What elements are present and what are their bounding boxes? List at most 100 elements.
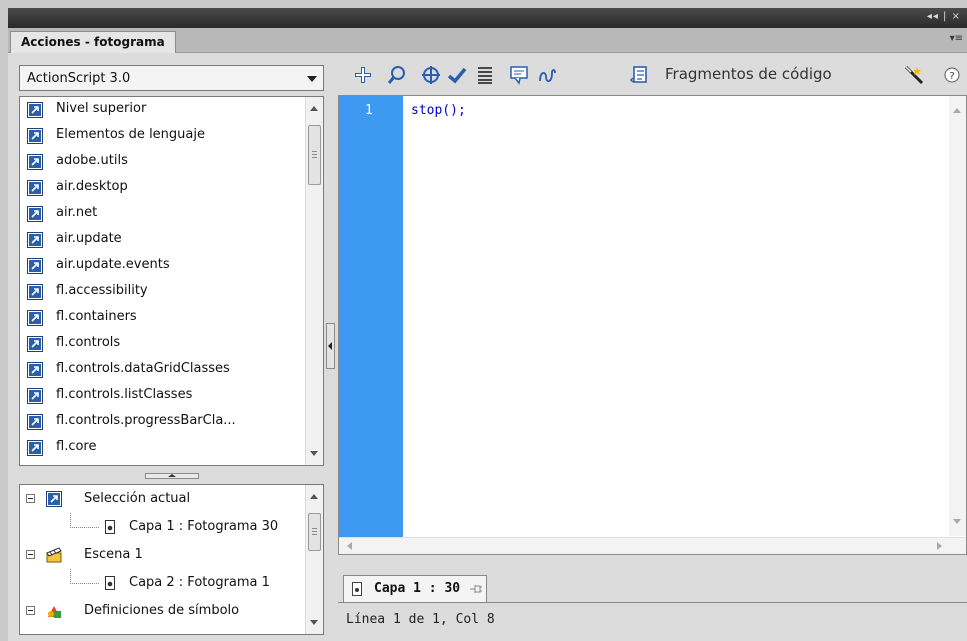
book-arrow-icon — [27, 336, 43, 352]
book-arrow-icon — [27, 128, 43, 144]
tab-actions-frame[interactable]: Acciones - fotograma — [10, 31, 176, 53]
target-path-button[interactable] — [420, 64, 442, 86]
frame-icon — [105, 576, 115, 590]
scroll-thumb[interactable] — [308, 513, 321, 551]
scroll-down-icon[interactable] — [310, 620, 318, 625]
scroll-left-icon[interactable] — [347, 542, 352, 550]
chevron-down-icon[interactable] — [307, 76, 317, 82]
nav-current-selection[interactable]: Selección actual — [20, 485, 323, 513]
editor-vertical-scrollbar[interactable] — [949, 96, 966, 536]
scroll-up-icon[interactable] — [953, 108, 961, 113]
toolbox-item[interactable]: fl.controls.dataGridClasses — [20, 357, 323, 383]
code-line[interactable]: stop(); — [411, 103, 466, 118]
scroll-thumb[interactable] — [308, 125, 321, 185]
toolbox-item[interactable]: Elementos de lenguaje — [20, 123, 323, 149]
toolbox-item-label: fl.controls.dataGridClasses — [56, 361, 230, 376]
toolbox-item[interactable]: fl.core — [20, 435, 323, 461]
book-arrow-icon — [27, 284, 43, 300]
script-assist-button[interactable] — [901, 64, 927, 86]
toolbox-item[interactable]: fl.accessibility — [20, 279, 323, 305]
actions-toolbar: Fragmentos de código ? — [338, 58, 967, 92]
toolbox-item[interactable]: air.net — [20, 201, 323, 227]
nav-label: Capa 1 : Fotograma 30 — [129, 519, 279, 534]
frame-icon — [105, 520, 115, 534]
toolbox-splitter[interactable] — [19, 470, 324, 480]
script-navigator: Selección actual Capa 1 : Fotograma 30 E… — [19, 484, 324, 635]
book-arrow-icon — [27, 180, 43, 196]
toolbox-item-label: fl.containers — [56, 309, 137, 324]
magic-wand-icon — [904, 65, 924, 85]
nav-label: Definiciones de símbolo — [84, 603, 240, 618]
book-arrow-icon — [27, 258, 43, 274]
book-arrow-icon — [27, 440, 43, 456]
toolbox-list: Nivel superior Elementos de lenguaje adobe… — [20, 97, 323, 461]
code-hint-icon — [510, 66, 528, 85]
book-arrow-icon — [27, 388, 43, 404]
line-number: 1 — [365, 103, 373, 118]
show-code-hint-button[interactable] — [508, 64, 530, 86]
toolbox-item[interactable]: fl.containers — [20, 305, 323, 331]
script-tab-label: Capa 1 : 30 — [374, 581, 461, 596]
panel-menu-icon[interactable]: ▾≡ — [950, 33, 963, 44]
help-button[interactable]: ? — [942, 64, 962, 86]
book-arrow-icon — [27, 232, 43, 248]
pin-icon[interactable] — [469, 582, 483, 596]
script-tab[interactable]: Capa 1 : 30 — [343, 575, 487, 603]
toolbox-item-label: fl.controls.listClasses — [56, 387, 193, 402]
format-lines-icon — [478, 67, 492, 84]
language-select[interactable]: ActionScript 3.0 — [19, 65, 324, 91]
scroll-right-icon[interactable] — [937, 542, 942, 550]
toolbox-item[interactable]: air.update — [20, 227, 323, 253]
toolbox-item-label: fl.controls — [56, 335, 121, 350]
toolbox-item-label: Nivel superior — [56, 101, 147, 116]
book-arrow-icon — [27, 414, 43, 430]
toolbox-item[interactable]: air.desktop — [20, 175, 323, 201]
collapse-icon[interactable] — [26, 550, 35, 559]
panel-window-controls[interactable]: ◂◂ | × — [927, 11, 961, 22]
check-syntax-button[interactable] — [446, 64, 468, 86]
toolbox-item[interactable]: Nivel superior — [20, 97, 323, 123]
toolbox-item[interactable]: air.update.events — [20, 253, 323, 279]
magnifier-icon — [387, 66, 405, 84]
toolbox-item-label: Elementos de lenguaje — [56, 127, 205, 142]
code-snippets-button[interactable] — [628, 64, 650, 86]
book-arrow-icon — [27, 154, 43, 170]
add-statement-button[interactable] — [352, 64, 374, 86]
scroll-down-icon[interactable] — [310, 451, 318, 456]
panel-tab-strip: Acciones - fotograma ▾≡ — [8, 28, 967, 53]
help-icon: ? — [944, 67, 960, 83]
toolbox-item[interactable]: fl.controls — [20, 331, 323, 357]
collapse-icon[interactable] — [26, 606, 35, 615]
toolbox-item[interactable]: fl.controls.progressBarCla... — [20, 409, 323, 435]
debug-icon — [539, 69, 556, 82]
toolbox-scrollbar[interactable] — [305, 97, 323, 465]
shapes-icon — [48, 606, 61, 618]
actions-toolbox-tree: Nivel superior Elementos de lenguaje adobe… — [19, 96, 324, 466]
script-editor[interactable]: 1 stop(); — [338, 95, 967, 555]
book-arrow-icon — [27, 362, 43, 378]
nav-scene-frame[interactable]: Capa 2 : Fotograma 1 — [20, 569, 323, 597]
nav-label: Escena 1 — [84, 547, 143, 562]
find-button[interactable] — [386, 64, 408, 86]
nav-current-frame[interactable]: Capa 1 : Fotograma 30 — [20, 513, 323, 541]
toolbox-item-label: fl.accessibility — [56, 283, 148, 298]
scroll-down-icon[interactable] — [953, 519, 961, 524]
collapse-toolbox-button[interactable] — [326, 323, 335, 369]
toolbox-item-label: fl.controls.progressBarCla... — [56, 413, 236, 428]
status-bar: Línea 1 de 1, Col 8 — [346, 612, 495, 627]
scroll-up-icon[interactable] — [310, 494, 318, 499]
navigator-scrollbar[interactable] — [305, 485, 323, 634]
collapse-icon[interactable] — [26, 494, 35, 503]
code-snippets-label[interactable]: Fragmentos de código — [665, 65, 832, 83]
splitter-handle[interactable] — [145, 473, 199, 479]
frame-script-icon — [352, 582, 362, 596]
nav-scene[interactable]: Escena 1 — [20, 541, 323, 569]
toolbox-item[interactable]: fl.controls.listClasses — [20, 383, 323, 409]
auto-format-button[interactable] — [474, 64, 496, 86]
scroll-up-icon[interactable] — [310, 106, 318, 111]
debug-options-button[interactable] — [536, 64, 558, 86]
editor-horizontal-scrollbar[interactable] — [339, 537, 966, 554]
toolbox-item[interactable]: adobe.utils — [20, 149, 323, 175]
toolbox-item-label: air.net — [56, 205, 98, 220]
nav-symbol-definitions[interactable]: Definiciones de símbolo — [20, 597, 323, 625]
